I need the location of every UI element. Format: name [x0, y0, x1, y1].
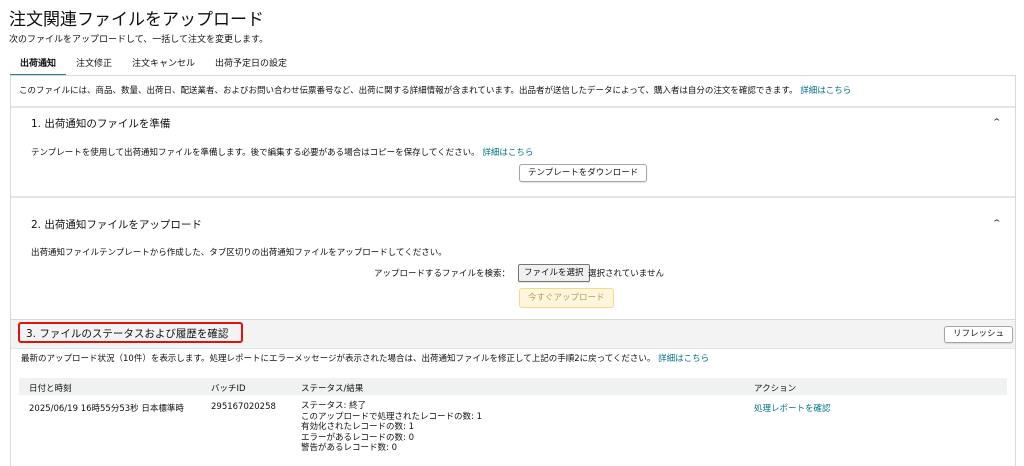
refresh-button[interactable]: リフレッシュ: [943, 326, 1013, 343]
page-subtitle: 次のファイルをアップロードして、一括して注文を変更します。: [9, 35, 269, 45]
intro-description: このファイルには、商品、数量、出荷日、配送業者、およびお問い合わせ伝票番号など、…: [19, 86, 798, 96]
section1-learn-more-link[interactable]: 詳細はこちら: [482, 148, 533, 158]
section3-text: 最新のアップロード状況（10件）を表示します。処理レポートにエラーメッセージが表…: [21, 352, 709, 364]
section1-title: 1. 出荷通知のファイルを準備: [31, 118, 171, 130]
section2-text: 出荷通知ファイルテンプレートから作成した、タブ区切りの出荷通知ファイルをアップロ…: [31, 248, 447, 258]
chevron-up-icon[interactable]: ⌃: [992, 219, 1003, 229]
tab-shipping-notice[interactable]: 出荷通知: [10, 52, 67, 76]
upload-now-button[interactable]: 今すぐアップロード: [519, 288, 614, 308]
file-search-label: アップロードするファイルを検索：: [374, 269, 511, 279]
section-divider: [11, 196, 1015, 198]
status-line: ステータス: 終了: [301, 401, 367, 411]
tab-order-modification[interactable]: 注文修正: [66, 52, 122, 74]
section3-title: 3. ファイルのステータスおよび履歴を確認: [18, 322, 243, 343]
status-line: 警告があるレコード数: 0: [301, 443, 397, 453]
section3-description: 最新のアップロード状況（10件）を表示します。処理レポートにエラーメッセージが表…: [21, 354, 656, 364]
intro-text: このファイルには、商品、数量、出荷日、配送業者、およびお問い合わせ伝票番号など、…: [19, 84, 851, 96]
status-line: 有効化されたレコードの数: 1: [301, 422, 414, 432]
section3-learn-more-link[interactable]: 詳細はこちら: [658, 354, 709, 364]
section2-title: 2. 出荷通知ファイルをアップロード: [31, 219, 202, 231]
chevron-up-icon[interactable]: ⌃: [992, 118, 1003, 128]
status-line: エラーがあるレコードの数: 0: [301, 432, 414, 443]
intro-learn-more-link[interactable]: 詳細はこちら: [800, 86, 851, 96]
section1-text: テンプレートを使用して出荷通知ファイルを準備します。後で編集する必要がある場合は…: [31, 146, 533, 158]
row-datetime: 2025/06/19 16時55分53秒 日本標準時: [29, 404, 184, 414]
tab-bar: 出荷通知 注文修正 注文キャンセル 出荷予定日の設定: [10, 52, 297, 76]
section1-description: テンプレートを使用して出荷通知ファイルを準備します。後で編集する必要がある場合は…: [31, 148, 480, 158]
history-table-header: 日付と時刻 バッチID ステータス/結果 アクション: [19, 378, 1007, 395]
tab-content: このファイルには、商品、数量、出荷日、配送業者、およびお問い合わせ伝票番号など、…: [10, 76, 1016, 466]
row-batch-id: 295167020258: [211, 402, 276, 412]
column-action: アクション: [754, 384, 797, 394]
page-title: 注文関連ファイルをアップロード: [9, 10, 264, 30]
download-template-button[interactable]: テンプレートをダウンロード: [519, 164, 648, 182]
section-upload-file: 2. 出荷通知ファイルをアップロード ⌃ 出荷通知ファイルテンプレートから作成し…: [17, 199, 1009, 317]
view-processing-report-link[interactable]: 処理レポートを確認: [754, 402, 831, 414]
column-status: ステータス/結果: [301, 384, 364, 394]
tab-order-cancellation[interactable]: 注文キャンセル: [122, 52, 205, 74]
choose-file-button[interactable]: ファイルを選択: [518, 264, 590, 282]
column-batch-id: バッチID: [211, 384, 246, 394]
section-prepare-file: 1. 出荷通知のファイルを準備 ⌃ テンプレートを使用して出荷通知ファイルを準備…: [17, 108, 1009, 198]
file-status-text: 選択されていません: [588, 269, 664, 279]
section-status-history-header: 3. ファイルのステータスおよび履歴を確認 リフレッシュ: [11, 319, 1015, 349]
row-status: ステータス: 終了 このアップロードで処理されたレコードの数: 1 有効化された…: [301, 401, 482, 454]
status-line: このアップロードで処理されたレコードの数: 1: [301, 411, 482, 422]
tab-ship-date-setting[interactable]: 出荷予定日の設定: [205, 52, 297, 74]
column-datetime: 日付と時刻: [29, 384, 72, 394]
